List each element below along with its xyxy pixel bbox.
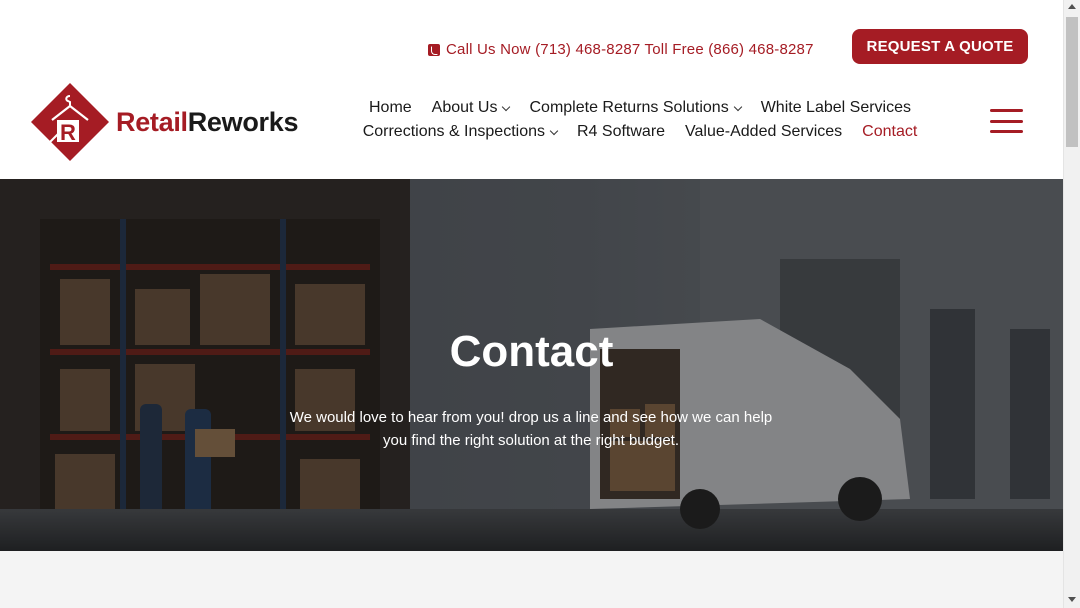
page: Call Us Now (713) 468-8287 Toll Free (86…: [0, 0, 1063, 608]
contact-content-section: [0, 551, 1063, 608]
nav-row-2: Corrections & Inspections R4 Software Va…: [330, 120, 950, 144]
site-header: Call Us Now (713) 468-8287 Toll Free (86…: [0, 0, 1063, 179]
phone-contact-link[interactable]: Call Us Now (713) 468-8287 Toll Free (86…: [428, 41, 814, 58]
scrollbar-thumb[interactable]: [1066, 17, 1078, 147]
site-logo[interactable]: R RetailReworks: [30, 82, 298, 162]
nav-home[interactable]: Home: [369, 96, 412, 120]
chevron-down-icon: [733, 102, 742, 111]
chevron-down-icon: [502, 102, 511, 111]
nav-white-label-services[interactable]: White Label Services: [761, 96, 911, 120]
nav-value-added-services[interactable]: Value-Added Services: [685, 120, 842, 144]
hero-banner: Contact We would love to hear from you! …: [0, 179, 1063, 551]
nav-r4-software[interactable]: R4 Software: [577, 120, 665, 144]
chevron-down-icon: [549, 126, 559, 135]
nav-about-us[interactable]: About Us: [432, 96, 511, 120]
nav-corrections-inspections[interactable]: Corrections & Inspections: [363, 120, 559, 144]
request-quote-button[interactable]: REQUEST A QUOTE: [852, 29, 1028, 64]
phone-icon: [428, 43, 440, 56]
vertical-scrollbar[interactable]: [1063, 0, 1080, 608]
nav-contact[interactable]: Contact: [862, 120, 917, 144]
hamburger-menu-icon[interactable]: [990, 109, 1023, 133]
nav-row-1: Home About Us Complete Returns Solutions…: [330, 96, 950, 120]
svg-text:R: R: [60, 120, 76, 145]
main-navigation: Home About Us Complete Returns Solutions…: [330, 96, 950, 144]
hero-subtitle: We would love to hear from you! drop us …: [289, 409, 773, 449]
phone-text: Call Us Now (713) 468-8287 Toll Free (86…: [446, 41, 814, 58]
nav-complete-returns-solutions[interactable]: Complete Returns Solutions: [529, 96, 742, 120]
scroll-down-arrow-icon[interactable]: [1068, 597, 1076, 602]
page-title: Contact: [449, 327, 614, 376]
scroll-up-arrow-icon[interactable]: [1068, 4, 1076, 9]
logo-wordmark: RetailReworks: [116, 106, 299, 137]
logo-mark-icon: R: [30, 82, 110, 162]
